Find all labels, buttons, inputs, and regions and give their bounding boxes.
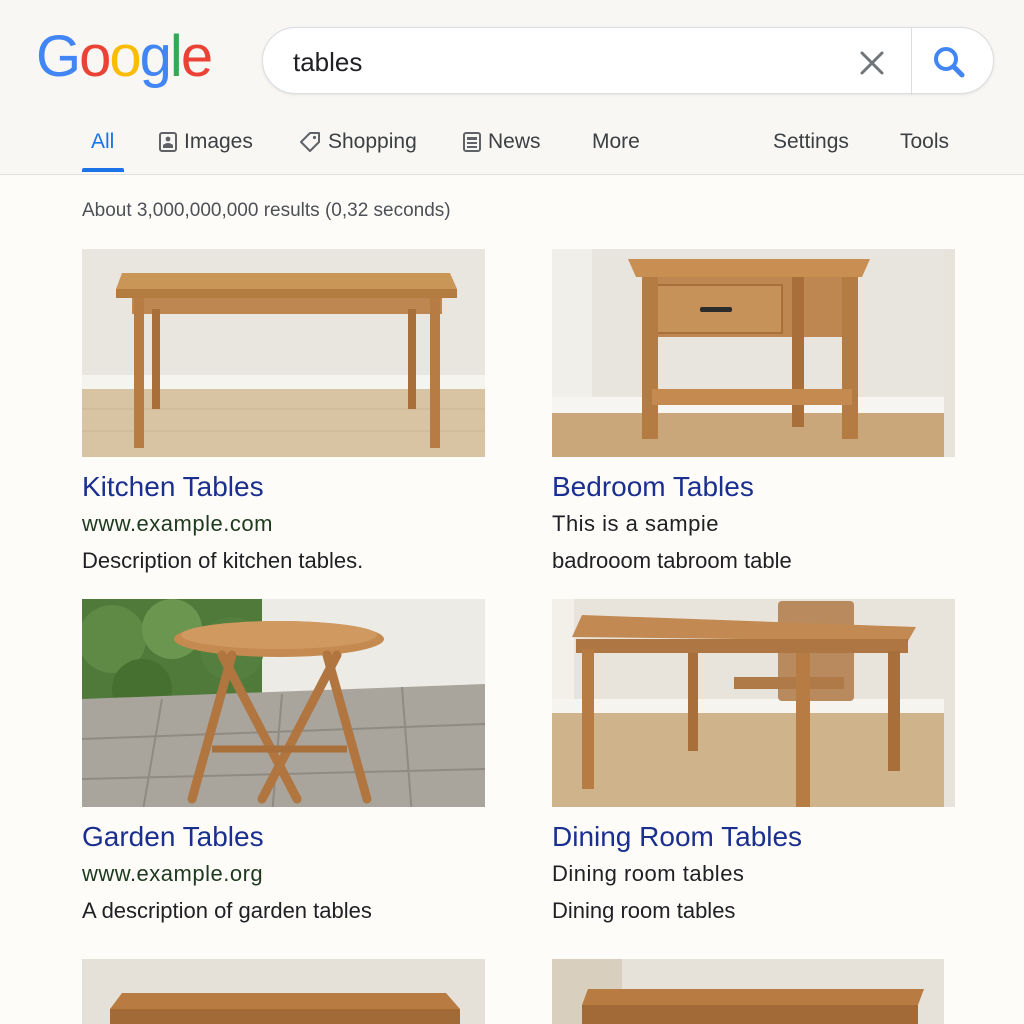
tab-shopping[interactable]: Shopping — [298, 130, 417, 154]
clear-search-button[interactable] — [855, 46, 889, 80]
result-card: Bedroom Tables This is a sampie badrooom… — [552, 249, 955, 574]
tab-settings[interactable]: Settings — [773, 130, 849, 154]
tab-news-label: News — [488, 130, 541, 153]
result-title-link[interactable]: Garden Tables — [82, 821, 485, 853]
kitchen-table-image — [82, 249, 485, 457]
result-card: Kitchen Tables www.example.com Descripti… — [82, 249, 485, 574]
result-card-partial — [82, 959, 485, 1024]
table-image — [552, 959, 944, 1024]
result-snippet: This is a sampie — [552, 511, 719, 536]
result-card-partial — [552, 959, 955, 1024]
result-description: Dining room tables — [552, 898, 736, 923]
search-header: Google All Images — [0, 0, 1024, 175]
tab-all[interactable]: All — [91, 130, 114, 154]
result-thumbnail[interactable] — [552, 249, 955, 457]
result-thumbnail[interactable] — [82, 599, 485, 807]
image-icon — [159, 132, 177, 152]
logo-letter: o — [109, 24, 141, 89]
tab-all-label: All — [91, 130, 115, 153]
tab-news[interactable]: News — [462, 130, 541, 154]
search-button[interactable] — [929, 42, 969, 82]
result-url[interactable]: www.example.com — [82, 511, 485, 537]
result-description: badrooom tabroom table — [552, 548, 792, 573]
tab-tools-label: Tools — [900, 130, 950, 153]
tab-more-label: More — [592, 130, 640, 153]
result-description: A description of garden tables — [82, 898, 372, 923]
search-divider — [911, 28, 912, 95]
search-box — [262, 27, 994, 95]
tab-tools[interactable]: Tools — [900, 130, 949, 154]
result-card: Dining Room Tables Dining room tables Di… — [552, 599, 955, 924]
news-icon — [463, 132, 481, 152]
result-thumbnail[interactable] — [552, 599, 955, 807]
active-tab-indicator — [82, 168, 124, 172]
result-title-link[interactable]: Bedroom Tables — [552, 471, 955, 503]
search-tabs: All Images Shopping News More Settings T… — [0, 120, 1024, 175]
logo-letter: o — [79, 24, 111, 89]
result-thumbnail[interactable] — [82, 959, 485, 1024]
dining-table-image — [552, 599, 944, 807]
result-url[interactable]: www.example.org — [82, 861, 485, 887]
results-count: About 3,000,000,000 results (0,32 second… — [82, 200, 451, 221]
table-image — [82, 959, 485, 1024]
result-thumbnail[interactable] — [552, 959, 944, 1024]
search-icon — [934, 47, 965, 78]
search-input[interactable] — [293, 46, 833, 78]
tag-icon — [300, 132, 320, 152]
result-thumbnail[interactable] — [82, 249, 485, 457]
result-card: Garden Tables www.example.org A descript… — [82, 599, 485, 924]
tab-shopping-label: Shopping — [328, 130, 417, 153]
tab-settings-label: Settings — [773, 130, 849, 153]
logo-letter: l — [169, 24, 183, 89]
result-title-link[interactable]: Dining Room Tables — [552, 821, 955, 853]
bedroom-table-image — [552, 249, 944, 457]
result-title-link[interactable]: Kitchen Tables — [82, 471, 485, 503]
close-icon — [860, 51, 884, 75]
logo-letter: g — [139, 24, 172, 89]
garden-table-image — [82, 599, 485, 807]
tab-more[interactable]: More — [592, 130, 640, 154]
tab-images[interactable]: Images — [158, 130, 253, 154]
result-snippet: Dining room tables — [552, 861, 745, 886]
tab-images-label: Images — [184, 130, 253, 153]
google-logo[interactable]: Google — [36, 24, 213, 89]
logo-letter: G — [36, 24, 81, 89]
result-description: Description of kitchen tables. — [82, 548, 364, 573]
logo-letter: e — [180, 24, 213, 89]
